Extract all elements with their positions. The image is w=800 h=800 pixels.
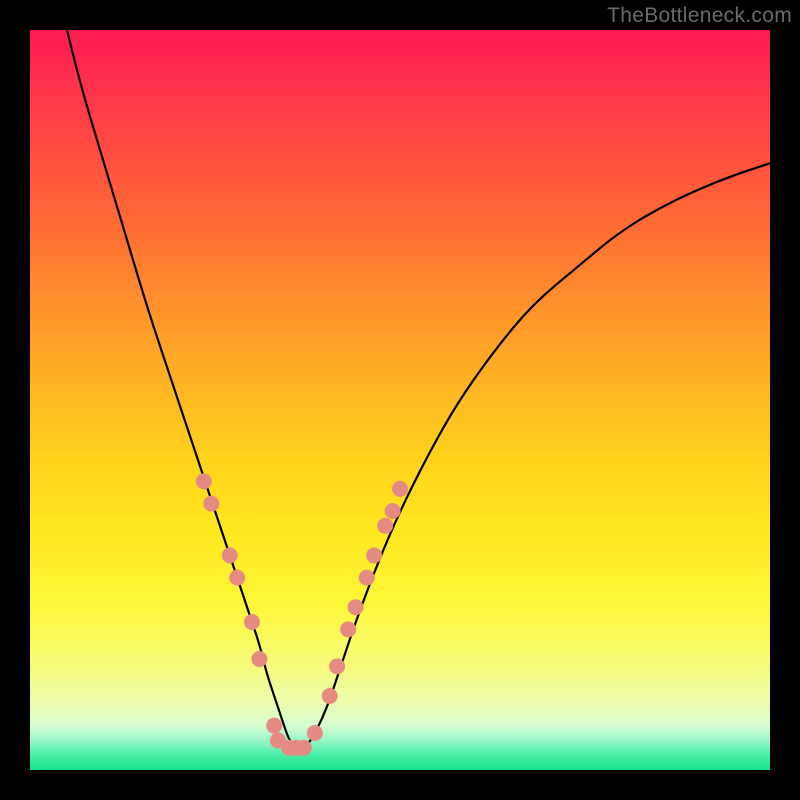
curve-marker	[359, 570, 375, 586]
curve-marker	[377, 518, 393, 534]
curve-marker	[340, 621, 356, 637]
bottleneck-curve	[67, 30, 770, 748]
curve-marker	[322, 688, 338, 704]
curve-marker	[348, 599, 364, 615]
curve-marker	[329, 658, 345, 674]
chart-frame: TheBottleneck.com	[0, 0, 800, 800]
curve-marker	[307, 725, 323, 741]
curve-markers	[196, 473, 408, 755]
watermark-text: TheBottleneck.com	[607, 4, 792, 28]
curve-marker	[196, 473, 212, 489]
curve-marker	[392, 481, 408, 497]
curve-marker	[203, 496, 219, 512]
curve-marker	[296, 740, 312, 756]
curve-marker	[385, 503, 401, 519]
curve-marker	[251, 651, 267, 667]
curve-marker	[244, 614, 260, 630]
curve-marker	[366, 547, 382, 563]
curve-marker	[266, 718, 282, 734]
curve-marker	[229, 570, 245, 586]
curve-svg	[30, 30, 770, 770]
curve-marker	[222, 547, 238, 563]
plot-area	[30, 30, 770, 770]
